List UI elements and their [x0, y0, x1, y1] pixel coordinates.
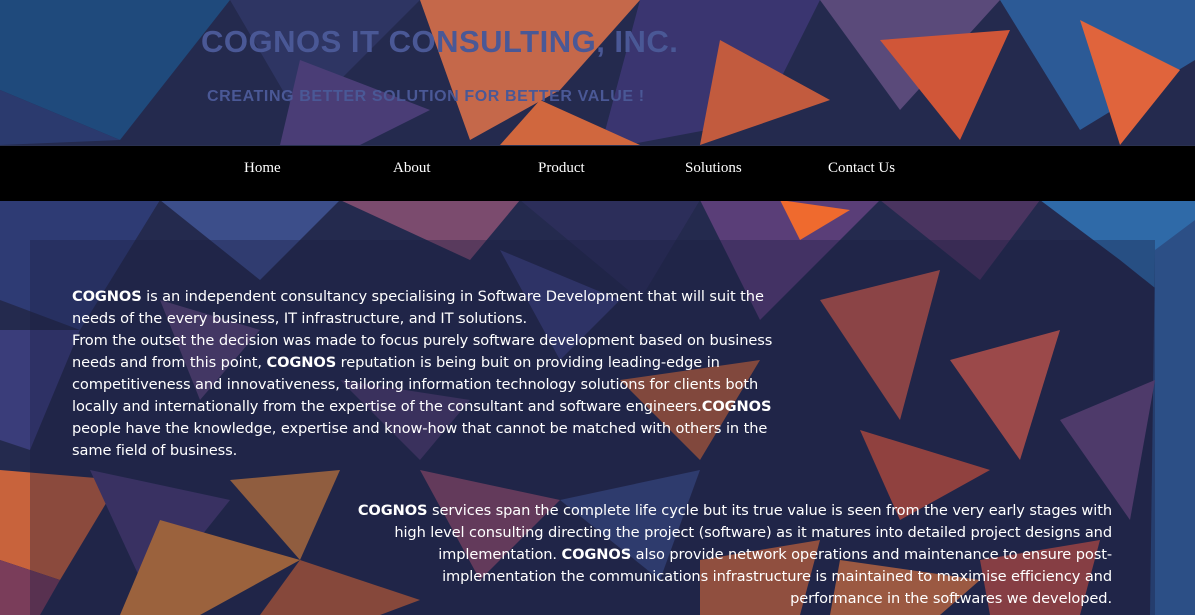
brand-name: COGNOS [701, 398, 772, 415]
nav-item-home[interactable]: Home [244, 160, 281, 177]
nav-item-product[interactable]: Product [538, 160, 585, 177]
brand-name: COGNOS [357, 502, 428, 519]
site-header: COGNOS IT CONSULTING, INC. CREATING BETT… [0, 0, 1195, 145]
nav-item-contact-us[interactable]: Contact Us [828, 160, 895, 177]
main-navbar: Home About Product Solutions Contact Us [0, 145, 1195, 201]
content-panel: COGNOS is an independent consultancy spe… [30, 240, 1155, 615]
site-tagline: CREATING BETTER SOLUTION FOR BETTER VALU… [207, 88, 645, 105]
intro-text-part1: is an independent consultancy specialisi… [72, 288, 764, 327]
intro-paragraph: COGNOS is an independent consultancy spe… [72, 286, 792, 462]
brand-name: COGNOS [72, 288, 142, 305]
services-paragraph: COGNOS services span the complete life c… [350, 500, 1112, 610]
nav-item-solutions[interactable]: Solutions [685, 160, 742, 177]
brand-name: COGNOS [561, 546, 632, 563]
nav-item-about[interactable]: About [393, 160, 431, 177]
brand-name: COGNOS [266, 354, 337, 371]
intro-text-part4: people have the knowledge, expertise and… [72, 420, 768, 459]
site-title[interactable]: COGNOS IT CONSULTING, INC. [201, 24, 678, 60]
